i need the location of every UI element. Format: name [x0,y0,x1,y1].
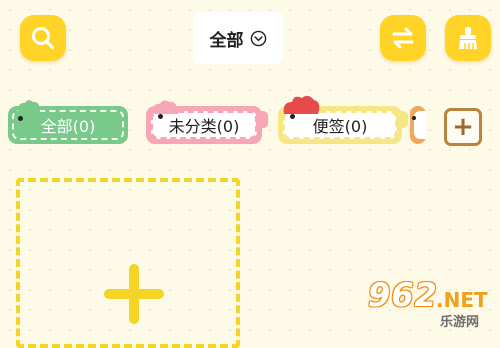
watermark-site-name: 乐游网 [440,315,480,330]
tail-decoration [396,111,409,129]
tag-uncategorized[interactable]: 未分类(0) [146,98,269,144]
tag-label: 便签(0) [312,117,368,136]
eye-decoration [412,116,416,120]
swap-icon [392,27,414,49]
eye-decoration [158,114,163,119]
add-tag-button[interactable]: + [444,108,482,146]
clean-button[interactable] [445,15,491,61]
tag-partial-offscreen[interactable] [410,106,426,144]
crest-decoration [283,95,320,114]
filter-label: 全部 [209,30,244,51]
tag-all[interactable]: 全部(0) [8,98,128,144]
category-filter-dropdown[interactable]: 全部 [193,12,283,64]
chevron-down-circle-icon [250,30,266,46]
eye-decoration [18,116,23,121]
add-note-card[interactable] [16,178,240,348]
tag-label: 未分类(0) [168,117,240,136]
tail-decoration [256,111,269,129]
watermark-domain: .NET [436,288,488,312]
crest-decoration [18,100,40,112]
tag-notes[interactable]: 便签(0) [278,95,409,144]
search-icon [32,27,55,50]
eye-decoration [290,114,295,119]
watermark-number: 962 [368,276,438,314]
site-watermark: 962 .NET 乐游网 [356,276,496,331]
search-button[interactable] [20,15,66,61]
crest-decoration [152,100,178,114]
plus-icon [104,264,164,324]
sort-toggle-button[interactable] [380,15,426,61]
brush-icon [459,27,477,49]
plus-icon: + [452,112,474,142]
tag-label: 全部(0) [40,117,96,136]
